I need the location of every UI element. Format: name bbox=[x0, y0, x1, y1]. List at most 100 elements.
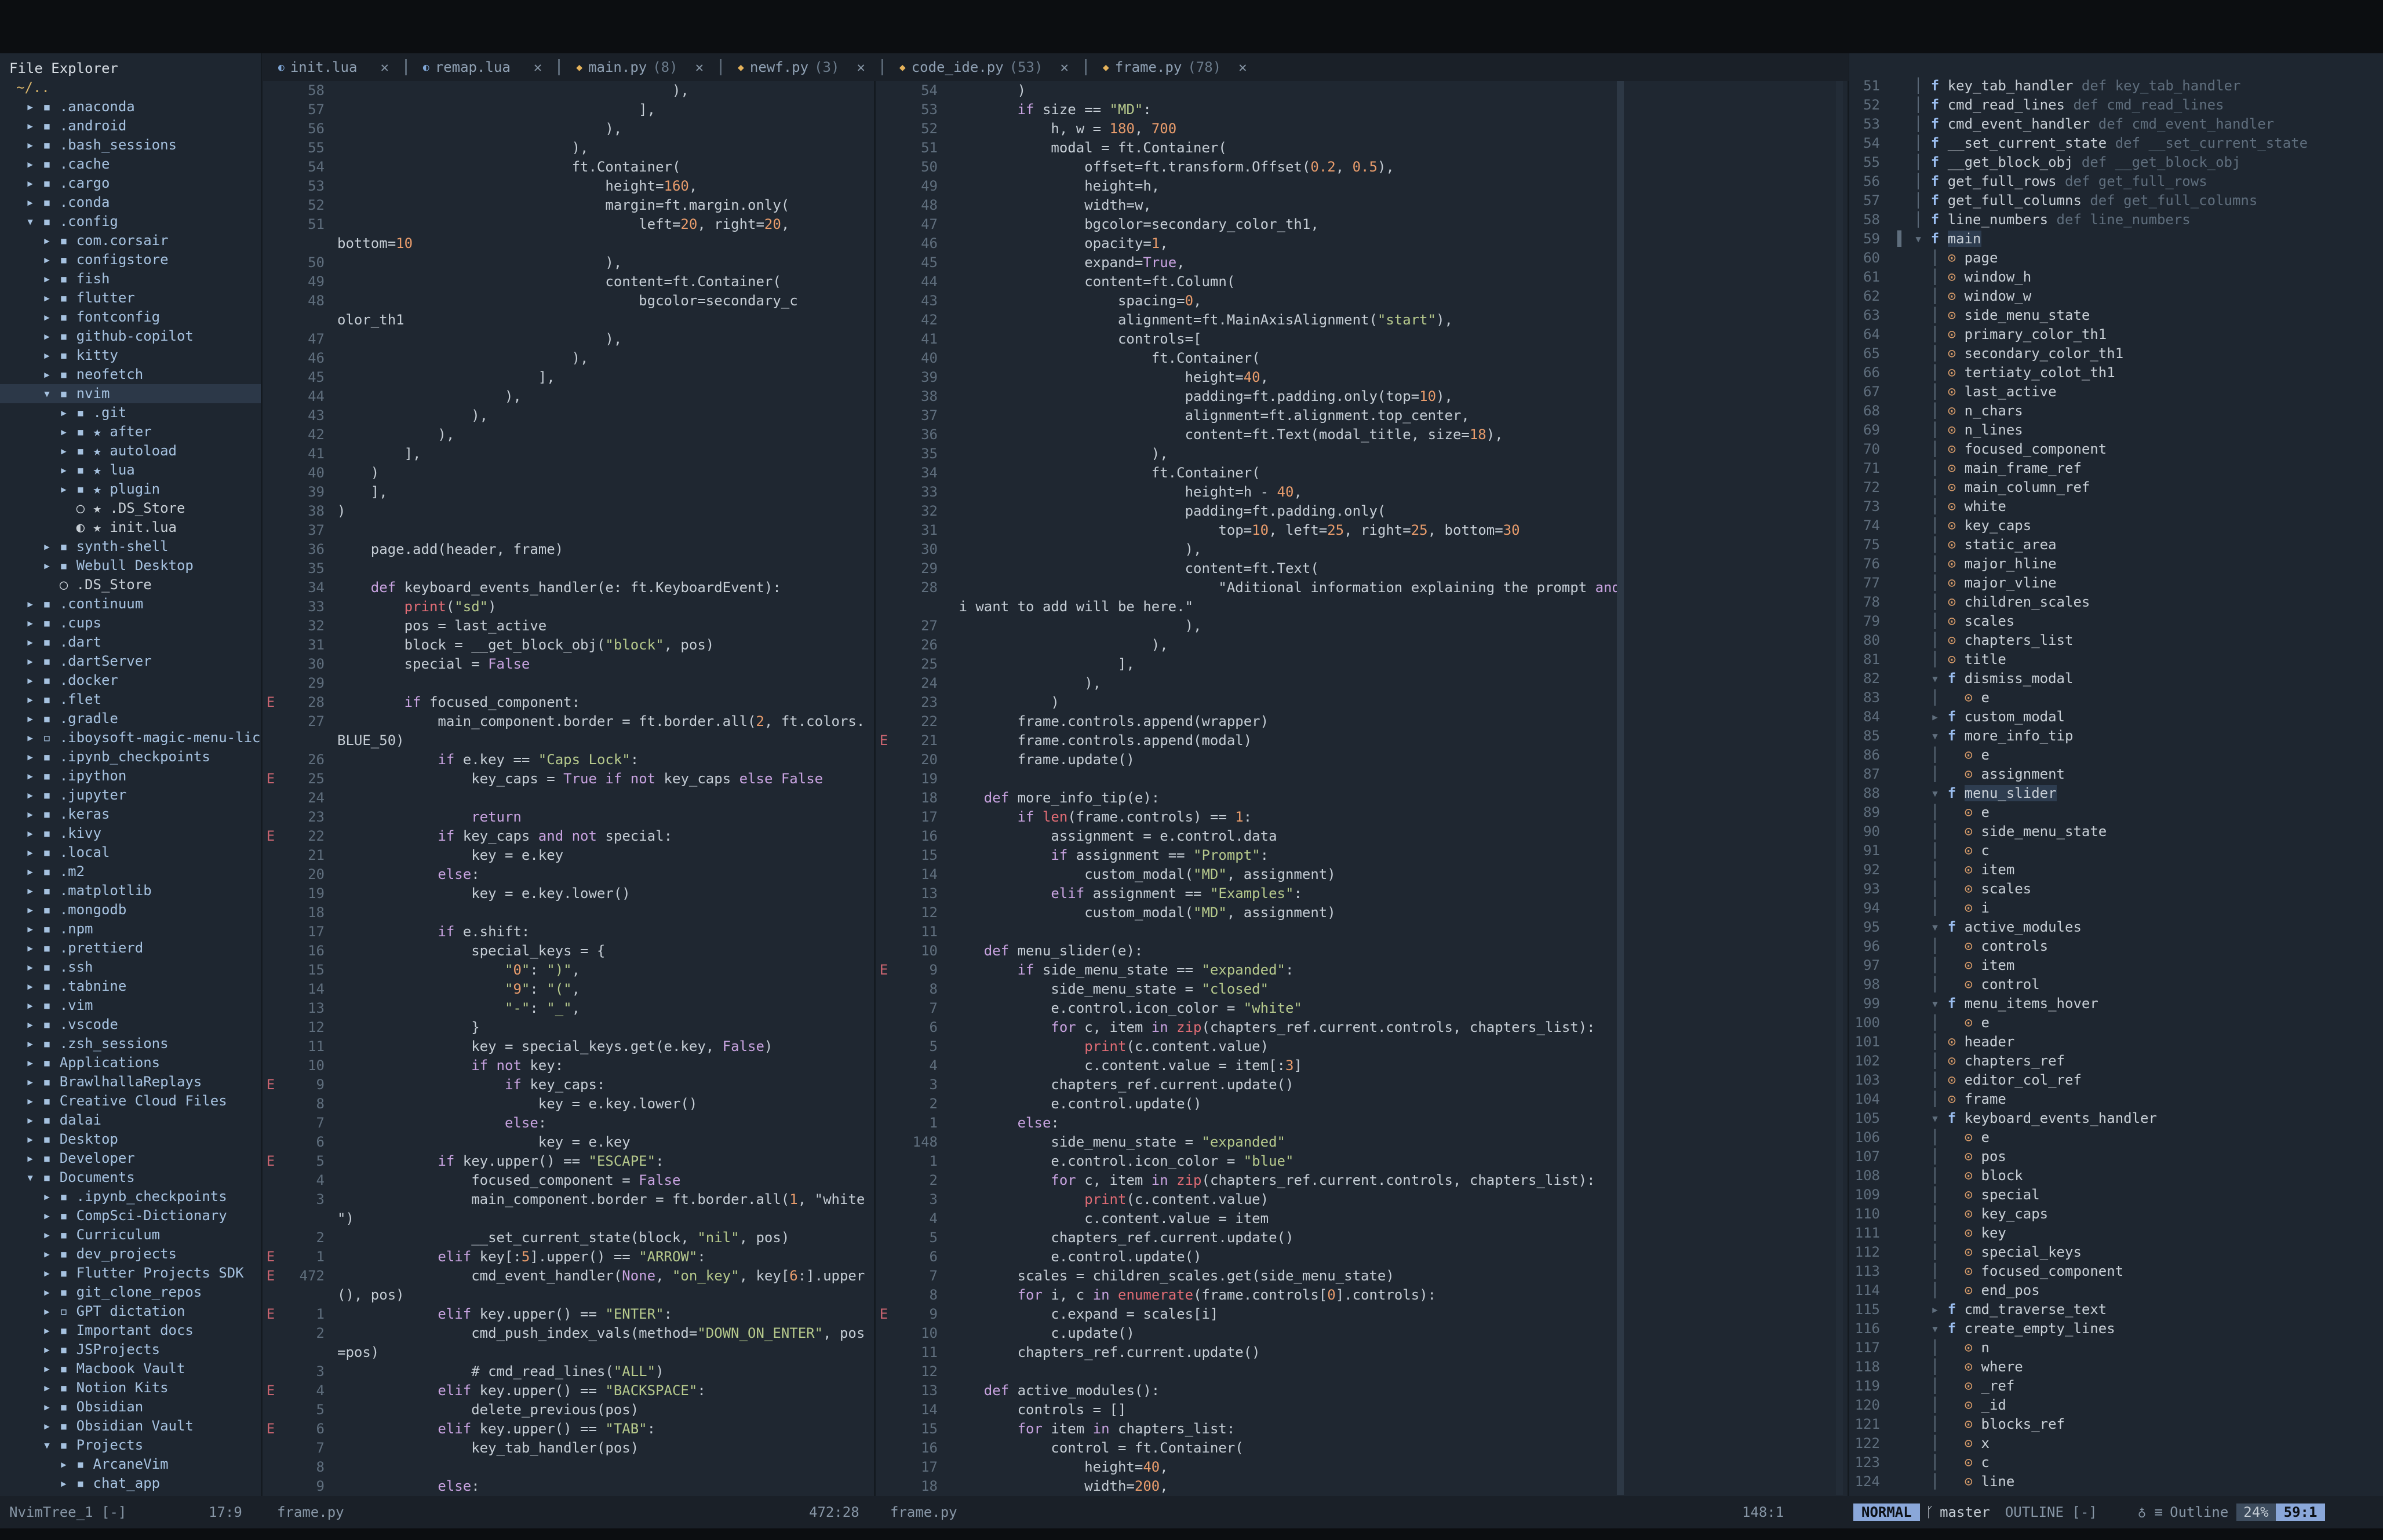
tree-item[interactable]: ▸ ▪ Applications bbox=[0, 1053, 262, 1072]
outline-item[interactable]: 94 │ ⊙ i bbox=[1849, 899, 2383, 918]
code-line[interactable]: 16 assignment = e.control.data bbox=[875, 827, 1626, 846]
code-line[interactable]: 53 if size == "MD": bbox=[875, 100, 1626, 119]
outline-item[interactable]: 119 │ ⊙ _ref bbox=[1849, 1377, 2383, 1396]
code-line[interactable]: 6 e.control.update() bbox=[875, 1247, 1626, 1267]
code-line[interactable]: 5 chapters_ref.current.update() bbox=[875, 1228, 1626, 1247]
outline-item[interactable]: 113 │ ⊙ focused_component bbox=[1849, 1262, 2383, 1281]
tree-item[interactable]: ▸ ▪ .git bbox=[0, 403, 262, 422]
code-line[interactable]: 15 for item in chapters_list: bbox=[875, 1419, 1626, 1439]
tree-item[interactable]: ▸ ▪ Webull Desktop bbox=[0, 556, 262, 575]
tree-item[interactable]: ▸ ▪ dev_projects bbox=[0, 1245, 262, 1264]
tree-item[interactable]: ▸ ▪ github-copilot bbox=[0, 327, 262, 346]
outline-item[interactable]: 102 │ ⊙ chapters_ref bbox=[1849, 1052, 2383, 1071]
tree-item[interactable]: ◐ ★ init.lua bbox=[0, 518, 262, 537]
tree-item[interactable]: ▸ ▪ CompSci-Dictionary bbox=[0, 1206, 262, 1225]
tree-item[interactable]: ▸ ▪ Flutter Projects SDK bbox=[0, 1264, 262, 1283]
outline-item[interactable]: 60 │ ⊙ page bbox=[1849, 249, 2383, 268]
tree-item[interactable]: ▸ ▪ .ipython bbox=[0, 767, 262, 786]
tree-item[interactable]: ▸ ▪ ★ autoload bbox=[0, 441, 262, 461]
close-icon[interactable]: ✕ bbox=[857, 59, 865, 75]
code-line[interactable]: 42 alignment=ft.MainAxisAlignment("start… bbox=[875, 311, 1626, 330]
outline-item[interactable]: 62 │ ⊙ window_w bbox=[1849, 287, 2383, 306]
code-line[interactable]: 48 width=w, bbox=[875, 196, 1626, 215]
tree-item[interactable]: ▸ ▪ .flet bbox=[0, 690, 262, 709]
code-line[interactable]: 17 height=40, bbox=[875, 1458, 1626, 1477]
code-line[interactable]: 55 ), bbox=[262, 138, 875, 158]
outline-item[interactable]: 115 ▸ f cmd_traverse_text bbox=[1849, 1300, 2383, 1319]
outline-item[interactable]: 121 │ ⊙ blocks_ref bbox=[1849, 1415, 2383, 1434]
tab-main-py[interactable]: ◆ main.py (8) ✕ bbox=[560, 53, 720, 81]
tree-item[interactable]: ▸ ▪ Macbook Vault bbox=[0, 1359, 262, 1378]
outline-item[interactable]: 103 │ ⊙ editor_col_ref bbox=[1849, 1071, 2383, 1090]
close-icon[interactable]: ✕ bbox=[1238, 59, 1247, 75]
outline-item[interactable]: 65 │ ⊙ secondary_color_th1 bbox=[1849, 344, 2383, 363]
tree-item[interactable]: ▸ ▪ .vscode bbox=[0, 1015, 262, 1034]
code-line[interactable]: 14 custom_modal("MD", assignment) bbox=[875, 865, 1626, 884]
outline-item[interactable]: 90 │ ⊙ side_menu_state bbox=[1849, 822, 2383, 841]
close-icon[interactable]: ✕ bbox=[534, 59, 542, 75]
tree-item[interactable]: ▸ ▪ .dartServer bbox=[0, 652, 262, 671]
code-line[interactable]: 40 ft.Container( bbox=[875, 349, 1626, 368]
tree-item[interactable]: ▸ ▪ .ssh bbox=[0, 958, 262, 977]
tree-item[interactable]: ▸ ▪ .zsh_sessions bbox=[0, 1034, 262, 1053]
tree-item[interactable]: ▸ ▪ ★ plugin bbox=[0, 480, 262, 499]
outline-item[interactable]: 85 ▾ f more_info_tip bbox=[1849, 727, 2383, 746]
code-line[interactable]: 25 ], bbox=[875, 655, 1626, 674]
outline-item[interactable]: 80 │ ⊙ chapters_list bbox=[1849, 631, 2383, 650]
code-line[interactable]: 27 main_component.border = ft.border.all… bbox=[262, 712, 875, 731]
code-line[interactable]: 13 "-": "_", bbox=[262, 999, 875, 1018]
outline-item[interactable]: 98 │ ⊙ control bbox=[1849, 975, 2383, 994]
code-line[interactable]: 3 # cmd_read_lines("ALL") bbox=[262, 1362, 875, 1381]
tree-item[interactable]: ▸ ▪ neofetch bbox=[0, 365, 262, 384]
code-line[interactable]: 14 controls = [] bbox=[875, 1400, 1626, 1419]
tree-item[interactable]: ▸ ▪ .bash_sessions bbox=[0, 136, 262, 155]
tree-item[interactable]: ▸ ▪ dalai bbox=[0, 1111, 262, 1130]
tree-item[interactable]: ▸ ▪ .matplotlib bbox=[0, 881, 262, 900]
code-line[interactable]: 5 print(c.content.value) bbox=[875, 1037, 1626, 1056]
code-line[interactable]: 21 key = e.key bbox=[262, 846, 875, 865]
code-line[interactable]: E 22 if key_caps and not special: bbox=[262, 827, 875, 846]
code-line[interactable]: 2 for c, item in zip(chapters_ref.curren… bbox=[875, 1171, 1626, 1190]
code-line[interactable]: 36 page.add(header, frame) bbox=[262, 540, 875, 559]
tree-item[interactable]: ▾ ▪ .config bbox=[0, 212, 262, 231]
code-line[interactable]: 35 bbox=[262, 559, 875, 578]
code-line[interactable]: 52 margin=ft.margin.only( bbox=[262, 196, 875, 215]
tree-item[interactable]: ▸ ▪ .m2 bbox=[0, 862, 262, 881]
tree-item[interactable]: ▸ ▪ .kivy bbox=[0, 824, 262, 843]
code-line[interactable]: 16 special_keys = { bbox=[262, 941, 875, 961]
code-line[interactable]: 46 ), bbox=[262, 349, 875, 368]
tree-item[interactable]: ▾ ▪ Projects bbox=[0, 1436, 262, 1455]
code-line[interactable]: E 9 if side_menu_state == "expanded": bbox=[875, 961, 1626, 980]
outline-item[interactable]: 81 │ ⊙ title bbox=[1849, 650, 2383, 669]
code-line[interactable]: 18 bbox=[262, 903, 875, 922]
code-line[interactable]: 20 else: bbox=[262, 865, 875, 884]
code-line[interactable]: BLUE_50) bbox=[262, 731, 875, 750]
code-line[interactable]: 48 bgcolor=secondary_c bbox=[262, 291, 875, 311]
code-line[interactable]: =pos) bbox=[262, 1343, 875, 1362]
code-line[interactable]: 17 if len(frame.controls) == 1: bbox=[875, 808, 1626, 827]
code-line[interactable]: 7 e.control.icon_color = "white" bbox=[875, 999, 1626, 1018]
outline-item[interactable]: 105 ▾ f keyboard_events_handler bbox=[1849, 1109, 2383, 1128]
code-line[interactable]: 8 key = e.key.lower() bbox=[262, 1094, 875, 1114]
outline-item[interactable]: 111 │ ⊙ key bbox=[1849, 1224, 2383, 1243]
code-line[interactable]: 54 ) bbox=[875, 81, 1626, 100]
code-line[interactable]: 2 e.control.update() bbox=[875, 1094, 1626, 1114]
code-line[interactable]: 3 print(c.content.value) bbox=[875, 1190, 1626, 1209]
editor-right-scrollbar[interactable] bbox=[1617, 81, 1624, 1495]
code-line[interactable]: 44 ), bbox=[262, 387, 875, 406]
outline-item[interactable]: 52 │ f cmd_read_lines def cmd_read_lines bbox=[1849, 96, 2383, 115]
code-line[interactable]: 49 content=ft.Container( bbox=[262, 272, 875, 291]
code-line[interactable]: 10 c.update() bbox=[875, 1324, 1626, 1343]
tree-item[interactable]: ▸ ▪ ★ after bbox=[0, 422, 262, 441]
code-line[interactable]: 33 height=h - 40, bbox=[875, 483, 1626, 502]
tree-item[interactable]: ▸ ▪ .cups bbox=[0, 614, 262, 633]
outline-item[interactable]: 70 │ ⊙ focused_component bbox=[1849, 440, 2383, 459]
tree-item[interactable]: ▸ ▪ .prettierd bbox=[0, 939, 262, 958]
code-line[interactable]: ") bbox=[262, 1209, 875, 1228]
code-line[interactable]: 17 if e.shift: bbox=[262, 922, 875, 941]
tree-item[interactable]: ▸ ▪ Creative Cloud Files bbox=[0, 1092, 262, 1111]
code-line[interactable]: 3 chapters_ref.current.update() bbox=[875, 1075, 1626, 1094]
editor-pane-left[interactable]: 58 ), 57 ], 56 ), 55 ), 54 ft.Container(53 bbox=[262, 53, 875, 1496]
code-line[interactable]: 46 opacity=1, bbox=[875, 234, 1626, 253]
outline-item[interactable]: 51 │ f key_tab_handler def key_tab_handl… bbox=[1849, 76, 2383, 96]
